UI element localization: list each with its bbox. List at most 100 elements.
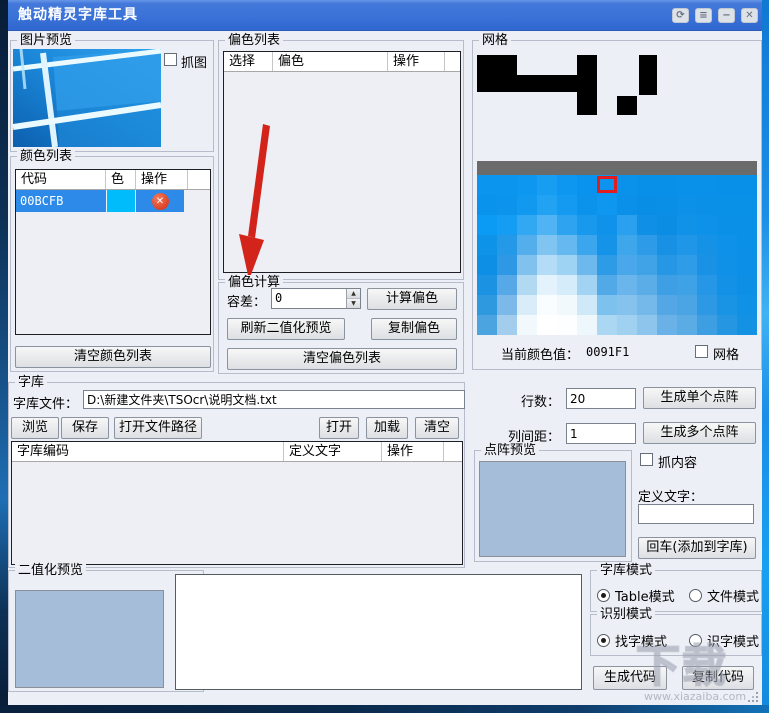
open-button[interactable]: 打开 — [319, 417, 359, 439]
screen: 触动精灵字库工具 ⟳ ≡ − ✕ 图片预览 抓图 颜色列表 代码 色 操作 00… — [0, 0, 769, 713]
window-controls: ⟳ ≡ − ✕ — [672, 8, 758, 23]
refresh-icon[interactable]: ⟳ — [672, 8, 689, 23]
annotation-selection-box — [597, 176, 617, 193]
save-button[interactable]: 保存 — [61, 417, 109, 439]
spin-down-icon[interactable]: ▼ — [347, 299, 360, 308]
radio-icon — [597, 589, 610, 602]
binary-preview-box — [15, 590, 164, 688]
menu-icon[interactable]: ≡ — [695, 8, 712, 23]
close-icon[interactable]: ✕ — [741, 8, 758, 23]
color-code-cell: 00BCFB — [20, 194, 64, 208]
lib-file-input[interactable] — [83, 390, 465, 409]
dot-matrix-preview-label: 点阵预览 — [481, 443, 540, 458]
clear-button[interactable]: 清空 — [415, 417, 459, 439]
radio-icon — [689, 589, 702, 602]
col-header-color: 色 — [106, 170, 136, 189]
col-header-filler — [188, 170, 210, 189]
rows-input[interactable] — [566, 388, 636, 409]
minimize-icon[interactable]: − — [718, 8, 735, 23]
gen-single-matrix-button[interactable]: 生成单个点阵 — [643, 387, 756, 409]
gen-multi-matrix-button[interactable]: 生成多个点阵 — [643, 422, 756, 444]
grid-checkbox[interactable] — [695, 345, 708, 358]
group-offcolor-calc: 偏色计算 容差： 0 ▲ ▼ 计算偏色 刷新二值化预览 复制偏色 清空偏色列表 — [218, 275, 464, 374]
color-table: 代码 色 操作 00BCFB ✕ — [15, 169, 211, 335]
tolerance-value: 0 — [275, 291, 283, 305]
group-grid-panel: 网格 当前颜色值： 0091F1 网格 — [472, 33, 762, 370]
lib-file-label: 字库文件： — [13, 397, 79, 412]
resize-grip[interactable] — [746, 690, 748, 692]
dot-matrix-preview-box — [479, 461, 626, 557]
radio-find-text-mode[interactable]: 找字模式 — [597, 631, 667, 650]
zoom-view-topbar — [477, 161, 757, 175]
image-preview-label: 图片预览 — [17, 33, 76, 48]
font-lib-label: 字库 — [15, 375, 48, 390]
copy-code-button[interactable]: 复制代码 — [682, 666, 754, 690]
generate-code-button[interactable]: 生成代码 — [593, 666, 667, 690]
gap-input[interactable] — [566, 423, 636, 444]
group-dot-matrix-preview: 点阵预览 — [474, 443, 632, 562]
col-header-defined-text: 定义文字 — [284, 442, 382, 461]
glyph-pixel-block — [639, 55, 657, 95]
radio-file-mode[interactable]: 文件模式 — [689, 586, 759, 605]
font-code-table-header: 字库编码 定义文字 操作 — [12, 442, 462, 462]
offcolor-list-label: 偏色列表 — [225, 33, 284, 48]
radio-label: 文件模式 — [707, 590, 760, 605]
glyph-pixel-block — [477, 55, 517, 75]
refresh-binary-button[interactable]: 刷新二值化预览 — [227, 318, 345, 340]
rows-label: 行数： — [520, 395, 560, 410]
binary-preview-label: 二值化预览 — [15, 563, 87, 578]
color-op-cell: ✕ — [136, 190, 184, 212]
load-button[interactable]: 加载 — [366, 417, 408, 439]
group-font-lib: 字库 字库文件： 浏览 保存 打开文件路径 打开 加载 清空 字库编码 定义文字… — [8, 375, 465, 568]
col-header-font-code: 字库编码 — [12, 442, 284, 461]
desktop-edge-bottom — [0, 705, 769, 713]
output-text-area[interactable] — [175, 574, 582, 690]
browse-button[interactable]: 浏览 — [11, 417, 59, 439]
glyph-pixel-block — [617, 96, 637, 115]
grab-content-label: 抓内容 — [658, 456, 698, 471]
group-recog-mode: 识别模式 找字模式 识字模式 — [590, 607, 762, 656]
font-code-table: 字库编码 定义文字 操作 — [11, 441, 463, 565]
col-header-op: 操作 — [382, 442, 444, 461]
define-text-input[interactable] — [638, 504, 754, 524]
tolerance-spinner[interactable]: 0 ▲ ▼ — [271, 288, 361, 309]
group-offcolor-list: 偏色列表 选择 偏色 操作 — [218, 33, 464, 280]
radio-label: 识字模式 — [707, 635, 760, 650]
watermark-url: www.xiazaiba.com — [644, 690, 747, 703]
radio-ocr-mode[interactable]: 识字模式 — [689, 631, 759, 650]
grab-content-checkbox[interactable] — [640, 453, 653, 466]
calc-offcolor-button[interactable]: 计算偏色 — [367, 288, 457, 310]
radio-label: Table模式 — [615, 590, 675, 605]
grab-image-label: 抓图 — [181, 56, 208, 71]
offcolor-table: 选择 偏色 操作 — [223, 51, 461, 273]
grab-image-checkbox[interactable] — [164, 53, 177, 66]
group-color-list: 颜色列表 代码 色 操作 00BCFB ✕ 清空颜色列表 — [10, 149, 214, 372]
grid-checkbox-label: 网格 — [713, 348, 740, 363]
col-header-offcolor: 偏色 — [273, 52, 388, 71]
color-list-label: 颜色列表 — [17, 149, 76, 164]
glyph-pixel-block — [477, 75, 578, 92]
group-lib-mode: 字库模式 Table模式 文件模式 — [590, 563, 762, 612]
col-header-code: 代码 — [16, 170, 106, 189]
clear-offcolor-button[interactable]: 清空偏色列表 — [227, 348, 457, 370]
tolerance-label: 容差： — [227, 295, 267, 310]
radio-table-mode[interactable]: Table模式 — [597, 586, 675, 605]
radio-icon — [597, 634, 610, 647]
pixel-zoom-grid[interactable] — [477, 175, 757, 335]
image-preview[interactable] — [13, 49, 161, 147]
delete-icon[interactable]: ✕ — [151, 192, 169, 210]
window-title: 触动精灵字库工具 — [18, 7, 138, 23]
offcolor-table-header: 选择 偏色 操作 — [224, 52, 460, 72]
color-row[interactable]: 00BCFB ✕ — [16, 190, 184, 212]
app-window: 触动精灵字库工具 ⟳ ≡ − ✕ 图片预览 抓图 颜色列表 代码 色 操作 00… — [8, 0, 762, 713]
clear-color-list-button[interactable]: 清空颜色列表 — [15, 346, 211, 368]
open-file-path-button[interactable]: 打开文件路径 — [114, 417, 202, 439]
titlebar[interactable]: 触动精灵字库工具 ⟳ ≡ − ✕ — [8, 0, 762, 31]
spin-up-icon[interactable]: ▲ — [347, 289, 360, 299]
desktop-edge-left — [0, 0, 8, 713]
copy-offcolor-button[interactable]: 复制偏色 — [371, 318, 457, 340]
spinner-buttons: ▲ ▼ — [346, 289, 360, 308]
recog-mode-label: 识别模式 — [597, 607, 656, 622]
enter-add-to-lib-button[interactable]: 回车(添加到字库) — [638, 537, 756, 559]
group-image-preview: 图片预览 抓图 — [10, 33, 214, 152]
